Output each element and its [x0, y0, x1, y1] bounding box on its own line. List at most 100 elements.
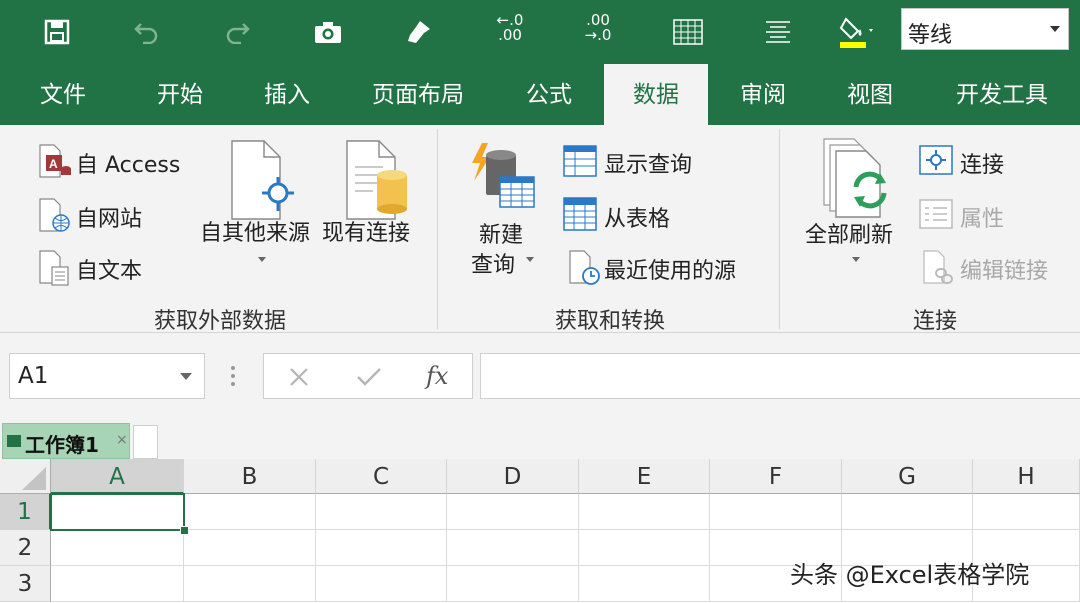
refresh-all-button[interactable]: 全部刷新	[805, 217, 893, 249]
undo-icon[interactable]	[125, 12, 169, 52]
select-all-corner[interactable]	[0, 459, 51, 494]
text-file-icon	[38, 249, 72, 291]
show-queries-button[interactable]: 显示查询	[604, 147, 692, 179]
svg-text:fx: fx	[424, 362, 449, 390]
cell-c3[interactable]	[316, 566, 447, 602]
column-header-c[interactable]: C	[316, 459, 447, 494]
ribbon-data: A 自 Access 自网站 自文本 自其他来源 现有连接 获取外部数据 新建 …	[0, 125, 1080, 334]
cell-b2[interactable]	[184, 530, 316, 566]
edit-links-button[interactable]: 编辑链接	[960, 253, 1048, 285]
row-header-1[interactable]: 1	[0, 494, 51, 530]
chevron-down-icon[interactable]	[526, 257, 534, 262]
new-query-label-1[interactable]: 新建	[479, 217, 523, 249]
tab-file[interactable]: 文件	[18, 64, 108, 125]
group-label-get-transform: 获取和转换	[554, 309, 665, 334]
tab-developer[interactable]: 开发工具	[946, 64, 1058, 125]
workbook-tabs: 工作簿1 ×	[0, 421, 1080, 459]
enter-check-icon[interactable]	[356, 366, 382, 392]
align-center-icon[interactable]	[756, 12, 800, 52]
fill-color-icon[interactable]	[834, 12, 878, 52]
refresh-all-icon	[818, 135, 898, 223]
cell-b1[interactable]	[184, 494, 316, 530]
cell-d3[interactable]	[447, 566, 579, 602]
formula-buttons: fx	[263, 353, 473, 399]
workbook-tab-label: 工作簿1	[25, 433, 99, 457]
font-name-value: 等线	[908, 23, 953, 48]
show-queries-icon	[563, 145, 597, 181]
cell-c1[interactable]	[316, 494, 447, 530]
formula-bar: A1 fx	[0, 333, 1080, 421]
column-header-d[interactable]: D	[447, 459, 579, 494]
font-name-select[interactable]: 等线	[901, 8, 1069, 50]
column-header-g[interactable]: G	[842, 459, 973, 494]
new-query-icon	[470, 143, 538, 217]
connections-button[interactable]: 连接	[960, 147, 1004, 179]
cell-b3[interactable]	[184, 566, 316, 602]
column-header-f[interactable]: F	[710, 459, 842, 494]
tab-review[interactable]: 审阅	[718, 64, 808, 125]
row-header-3[interactable]: 3	[0, 566, 51, 602]
active-cell-a1[interactable]	[50, 493, 185, 531]
column-header-h[interactable]: H	[973, 459, 1080, 494]
recent-sources-icon	[568, 249, 602, 291]
save-icon[interactable]	[35, 12, 79, 52]
borders-icon[interactable]	[666, 12, 710, 52]
name-box-value: A1	[18, 363, 49, 389]
cell-h1[interactable]	[973, 494, 1080, 530]
column-header-b[interactable]: B	[184, 459, 316, 494]
redo-icon[interactable]	[215, 12, 259, 52]
excel-icon	[7, 435, 21, 447]
from-access-button[interactable]: 自 Access	[76, 147, 180, 179]
cell-d2[interactable]	[447, 530, 579, 566]
name-box[interactable]: A1	[9, 353, 205, 399]
cell-c2[interactable]	[316, 530, 447, 566]
cell-a2[interactable]	[51, 530, 184, 566]
fill-handle[interactable]	[180, 526, 189, 535]
row-header-2[interactable]: 2	[0, 530, 51, 566]
existing-connections-button[interactable]: 现有连接	[322, 215, 410, 247]
chevron-down-icon[interactable]	[258, 257, 266, 262]
cell-a3[interactable]	[51, 566, 184, 602]
formula-input[interactable]	[480, 353, 1080, 399]
cell-f1[interactable]	[710, 494, 842, 530]
cancel-icon[interactable]	[288, 366, 310, 392]
new-query-label-2[interactable]: 查询	[471, 247, 515, 279]
tab-home[interactable]: 开始	[135, 64, 225, 125]
recent-sources-button[interactable]: 最近使用的源	[604, 253, 736, 285]
access-icon: A	[38, 143, 72, 183]
new-workbook-tab-button[interactable]	[133, 425, 158, 459]
tab-view[interactable]: 视图	[825, 64, 915, 125]
properties-button[interactable]: 属性	[960, 201, 1004, 233]
cell-g1[interactable]	[842, 494, 973, 530]
cell-e3[interactable]	[579, 566, 710, 602]
chevron-down-icon[interactable]	[852, 257, 860, 262]
cell-e2[interactable]	[579, 530, 710, 566]
tab-page-layout[interactable]: 页面布局	[362, 64, 474, 125]
close-icon[interactable]: ×	[116, 432, 128, 448]
tab-insert[interactable]: 插入	[242, 64, 332, 125]
from-other-sources-button[interactable]: 自其他来源	[200, 215, 310, 247]
format-painter-icon[interactable]	[396, 12, 440, 52]
from-text-button[interactable]: 自文本	[76, 253, 142, 285]
cell-d1[interactable]	[447, 494, 579, 530]
workbook-tab[interactable]: 工作簿1 ×	[2, 423, 130, 459]
tab-formulas[interactable]: 公式	[504, 64, 594, 125]
group-separator	[779, 129, 780, 329]
tab-data[interactable]: 数据	[604, 64, 708, 125]
drag-handle-icon[interactable]	[230, 365, 236, 391]
column-header-e[interactable]: E	[579, 459, 710, 494]
cell-e1[interactable]	[579, 494, 710, 530]
group-separator	[437, 129, 438, 329]
decrease-decimal-icon[interactable]: .00 →.0	[578, 13, 618, 43]
quick-access-toolbar: ←.0.00 .00 →.0 等线	[0, 0, 1080, 64]
from-table-button[interactable]: 从表格	[604, 201, 670, 233]
chevron-down-icon[interactable]	[180, 373, 192, 380]
camera-icon[interactable]	[306, 12, 350, 52]
chevron-down-icon[interactable]	[1050, 26, 1060, 32]
from-web-button[interactable]: 自网站	[76, 201, 142, 233]
group-label-get-external-data: 获取外部数据	[153, 309, 286, 334]
insert-function-icon[interactable]: fx	[424, 360, 454, 396]
column-header-a[interactable]: A	[51, 459, 184, 494]
group-label-connections: 连接	[912, 309, 957, 334]
increase-decimal-icon[interactable]: ←.0.00	[490, 13, 530, 43]
